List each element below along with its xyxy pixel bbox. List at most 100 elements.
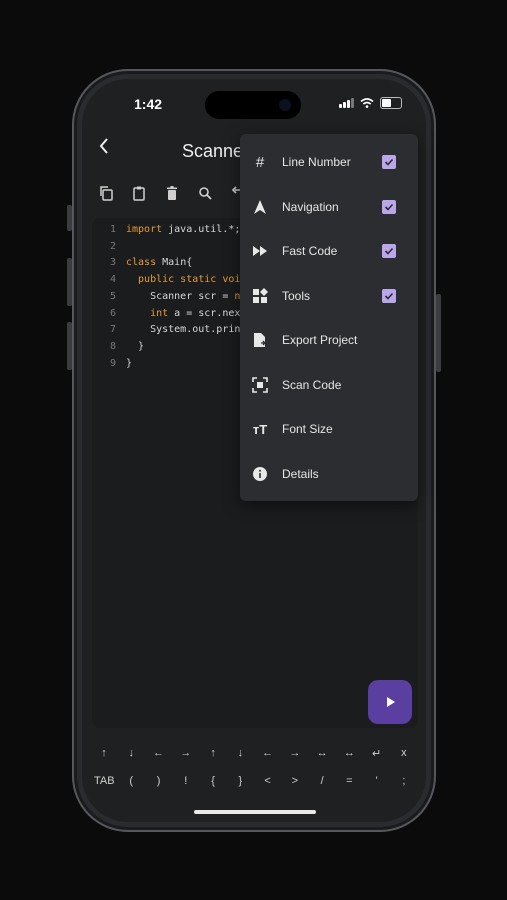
back-button[interactable] xyxy=(98,137,110,161)
fast-forward-icon xyxy=(251,242,269,260)
shortcut-keyboard: ↑ ↓ ← → ↑ ↓ ← → ↔ ↔ ↵ x TAB ()! {} < > / = '; xyxy=(82,739,426,795)
check-icon xyxy=(384,247,394,255)
menu-item-export-project[interactable]: Export Project xyxy=(240,318,418,362)
shortcut-key[interactable]: ↓ xyxy=(121,747,141,759)
file-export-icon xyxy=(251,331,269,349)
line-number: 9 xyxy=(109,357,116,369)
code-text: Main{ xyxy=(156,257,193,269)
menu-item-label: Navigation xyxy=(282,200,339,214)
symbol-keys-row: TAB ()! {} < > / = '; xyxy=(82,767,426,795)
code-line[interactable]: 3 class Main{ xyxy=(92,257,192,274)
line-number-checkbox[interactable] xyxy=(382,155,396,169)
menu-item-label: Details xyxy=(282,467,319,481)
dynamic-island xyxy=(205,91,301,119)
code-line[interactable]: 6 int a = scr.nextInt xyxy=(92,307,265,325)
menu-item-label: Line Number xyxy=(282,155,351,169)
copy-icon[interactable] xyxy=(96,183,115,202)
line-number: 8 xyxy=(109,340,116,352)
options-menu: # Line Number Navigation Fast Code Tools… xyxy=(240,134,418,501)
code-line[interactable]: 7 System.out.print(a xyxy=(92,324,258,341)
volume-up-button xyxy=(67,258,72,306)
shortcut-key[interactable]: ) xyxy=(149,775,169,787)
navigation-arrow-icon xyxy=(251,198,269,216)
code-line[interactable]: 9} xyxy=(92,358,132,375)
menu-item-fast-code[interactable]: Fast Code xyxy=(240,229,418,273)
shortcut-key[interactable]: ↑ xyxy=(203,747,223,759)
shortcut-key[interactable]: TAB xyxy=(94,775,115,787)
code-line[interactable]: 1 import java.util.*; xyxy=(92,224,240,241)
menu-item-label: Tools xyxy=(282,289,311,303)
home-indicator xyxy=(194,810,316,814)
volume-down-button xyxy=(67,322,72,370)
line-number: 7 xyxy=(109,324,116,336)
shortcut-key[interactable]: ; xyxy=(394,775,414,787)
menu-item-navigation[interactable]: Navigation xyxy=(240,185,418,229)
menu-item-font-size[interactable]: ᴛT Font Size xyxy=(240,407,418,451)
status-icons xyxy=(339,97,402,109)
line-number: 2 xyxy=(109,240,116,252)
check-icon xyxy=(384,203,394,211)
run-button[interactable] xyxy=(368,680,412,724)
fast-code-checkbox[interactable] xyxy=(382,244,396,258)
line-number: 1 xyxy=(109,224,116,235)
code-text: Scanner scr = xyxy=(126,290,235,302)
signal-icon xyxy=(339,98,354,108)
code-text: java.util.*; xyxy=(162,224,241,235)
shortcut-key[interactable]: → xyxy=(176,747,196,759)
shortcut-key[interactable]: ( xyxy=(121,775,141,787)
check-icon xyxy=(384,292,394,300)
delete-icon[interactable] xyxy=(162,183,181,202)
code-keyword: class xyxy=(126,257,157,269)
shortcut-key[interactable]: } xyxy=(230,775,250,787)
menu-item-label: Font Size xyxy=(282,422,333,436)
shortcut-key[interactable]: → xyxy=(285,747,305,759)
code-keyword: int xyxy=(126,307,169,319)
menu-item-scan-code[interactable]: Scan Code xyxy=(240,363,418,407)
shortcut-key[interactable]: < xyxy=(258,775,278,787)
shortcut-key[interactable]: ← xyxy=(149,747,169,759)
arrow-keys-row: ↑ ↓ ← → ↑ ↓ ← → ↔ ↔ ↵ x xyxy=(82,739,426,767)
shortcut-key[interactable]: / xyxy=(312,775,332,787)
power-button xyxy=(436,294,441,372)
shortcut-key[interactable]: = xyxy=(339,775,359,787)
shortcut-key[interactable]: { xyxy=(203,775,223,787)
scan-frame-icon xyxy=(251,376,269,394)
shortcut-key[interactable]: > xyxy=(285,775,305,787)
code-line[interactable]: 5 Scanner scr = new xyxy=(92,291,252,308)
shortcut-key[interactable]: ↑ xyxy=(94,747,114,759)
editor-toolbar xyxy=(96,183,247,202)
line-number: 5 xyxy=(109,290,116,302)
code-text: System.out.print(a xyxy=(126,324,259,336)
shortcut-key[interactable]: ' xyxy=(367,775,387,787)
code-line[interactable]: 4 public static void m xyxy=(92,274,258,291)
menu-item-line-number[interactable]: # Line Number xyxy=(240,140,418,184)
shortcut-key[interactable]: x xyxy=(394,747,414,759)
shortcut-key[interactable]: ↔ xyxy=(339,747,359,759)
shortcut-key[interactable]: ↵ xyxy=(367,747,387,760)
line-number: 3 xyxy=(109,257,116,269)
font-size-icon: ᴛT xyxy=(252,421,268,437)
shortcut-key[interactable]: ↓ xyxy=(230,747,250,759)
shortcut-key[interactable]: ! xyxy=(176,775,196,787)
shortcut-key[interactable]: ↔ xyxy=(312,747,332,759)
code-text: } xyxy=(126,357,133,369)
code-keyword: import xyxy=(126,224,163,235)
navigation-checkbox[interactable] xyxy=(382,200,396,214)
tools-checkbox[interactable] xyxy=(382,289,396,303)
menu-item-tools[interactable]: Tools xyxy=(240,274,418,318)
info-icon xyxy=(251,465,269,483)
check-icon xyxy=(384,158,394,166)
code-line[interactable]: 2 xyxy=(92,241,126,258)
menu-item-details[interactable]: Details xyxy=(240,452,418,496)
code-line[interactable]: 8 } xyxy=(92,341,144,358)
line-number: 6 xyxy=(109,307,116,319)
code-text: } xyxy=(126,340,145,352)
chevron-left-icon xyxy=(99,138,108,154)
status-time: 1:42 xyxy=(134,96,163,112)
search-replace-icon[interactable] xyxy=(195,183,214,202)
action-button xyxy=(67,205,72,231)
code-keyword: public static void m xyxy=(126,274,259,286)
shortcut-key[interactable]: ← xyxy=(258,747,278,759)
clipboard-icon[interactable] xyxy=(129,183,148,202)
wifi-icon xyxy=(360,98,374,108)
